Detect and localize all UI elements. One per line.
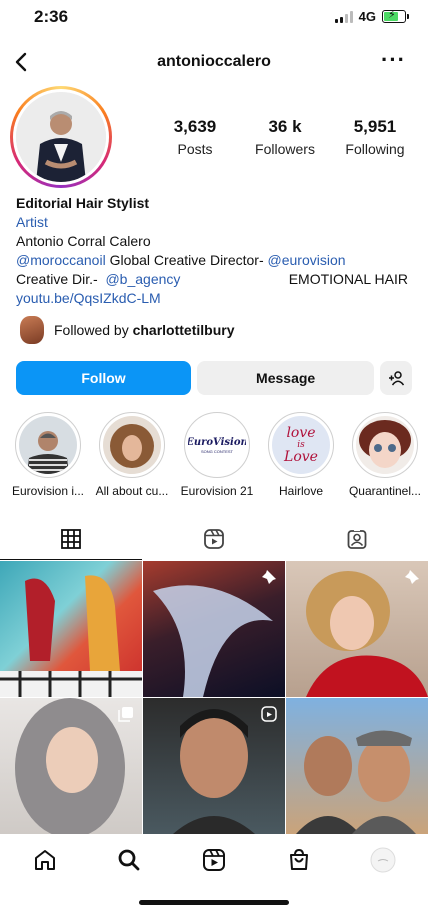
posts-grid	[0, 561, 428, 834]
highlight-item[interactable]: love is Love Hairlove	[262, 412, 340, 498]
stat-label: Followers	[255, 141, 315, 157]
profile-avatar[interactable]	[10, 86, 112, 188]
pinned-icon	[404, 569, 420, 590]
story-highlights: Eurovision i... All about cu... EuroVisi…	[0, 412, 428, 502]
followed-by[interactable]: Followed by charlottetilbury	[20, 316, 235, 344]
highlight-item[interactable]: Quarantinel...	[346, 412, 424, 498]
bio-text: Creative Dir.-	[16, 271, 106, 287]
bio-line-1: @moroccanoil Global Creative Director- @…	[16, 251, 416, 270]
post-thumbnail[interactable]	[143, 698, 285, 834]
status-bar: 2:36 4G ⚡	[0, 0, 428, 34]
more-options-button[interactable]: ···	[381, 47, 406, 73]
highlight-cover	[19, 416, 77, 474]
highlight-label: All about cu...	[95, 484, 169, 498]
highlight-label: Quarantinel...	[348, 484, 422, 498]
follow-button[interactable]: Follow	[16, 361, 192, 395]
highlight-item[interactable]: All about cu...	[93, 412, 171, 498]
stat-followers[interactable]: 36 k Followers	[240, 117, 330, 157]
post-thumbnail[interactable]	[0, 561, 142, 697]
bio-link[interactable]: youtu.be/QqsIZkdC-LM	[16, 289, 416, 308]
mention-b-agency[interactable]: @b_agency	[105, 271, 180, 287]
eurovision-logo-subtitle: SONG CONTEST	[200, 448, 233, 454]
stat-value: 5,951	[353, 117, 397, 136]
grid-icon	[61, 529, 81, 549]
profile-icon	[370, 847, 396, 873]
search-icon	[118, 849, 140, 871]
bio-title: Editorial Hair Stylist	[16, 195, 150, 211]
battery-icon: ⚡	[382, 9, 409, 23]
nav-shop[interactable]	[285, 846, 313, 874]
tab-reels[interactable]	[143, 518, 285, 560]
mention-eurovision[interactable]: @eurovision	[268, 252, 346, 268]
bottom-tab-bar	[0, 836, 428, 884]
status-indicators: 4G ⚡	[334, 9, 409, 24]
reels-icon	[204, 529, 224, 549]
highlight-cover: love is Love	[272, 416, 330, 474]
bio-full-name: Antonio Corral Calero	[16, 233, 151, 249]
profile-actions: Follow Message	[16, 361, 412, 395]
suggest-people-button[interactable]	[380, 361, 412, 395]
highlight-label: Hairlove	[278, 484, 323, 498]
post-thumbnail[interactable]	[0, 698, 142, 834]
stat-label: Following	[345, 141, 405, 157]
highlight-cover	[103, 416, 161, 474]
followed-by-prefix: Followed by	[54, 322, 133, 338]
nav-home[interactable]	[31, 846, 59, 874]
nav-profile[interactable]	[369, 846, 397, 874]
stat-label: Posts	[177, 141, 213, 157]
post-thumbnail[interactable]	[286, 561, 428, 697]
stat-posts[interactable]: 3,639 Posts	[150, 117, 240, 157]
reels-icon	[203, 849, 225, 871]
followed-by-account: charlottetilbury	[132, 322, 235, 338]
tagged-icon	[347, 528, 367, 549]
nav-search[interactable]	[115, 846, 143, 874]
highlight-cover	[356, 416, 414, 474]
nav-reels[interactable]	[200, 846, 228, 874]
post-thumbnail[interactable]	[143, 561, 285, 697]
highlight-item[interactable]: Eurovision i...	[9, 412, 87, 498]
highlight-cover: EuroVision SONG CONTEST	[188, 416, 246, 474]
message-button[interactable]: Message	[197, 361, 375, 395]
reel-indicator-icon	[261, 706, 277, 727]
eurovision-logo: EuroVision	[188, 436, 246, 448]
follower-avatar	[20, 316, 44, 344]
pinned-icon	[261, 569, 277, 590]
highlight-item[interactable]: EuroVision SONG CONTEST Eurovision 21	[178, 412, 256, 498]
highlight-label: Eurovision 21	[180, 484, 254, 498]
profile-stats: 3,639 Posts 36 k Followers 5,951 Followi…	[150, 117, 420, 157]
content-tabs	[0, 518, 428, 560]
bio-category[interactable]: Artist	[16, 213, 416, 232]
post-thumbnail[interactable]	[286, 698, 428, 834]
profile-header: antonioccalero ···	[0, 44, 428, 80]
highlight-label: Eurovision i...	[11, 484, 85, 498]
home-indicator[interactable]	[139, 900, 289, 905]
stat-value: 3,639	[173, 117, 217, 136]
profile-bio: Editorial Hair Stylist Artist Antonio Co…	[16, 194, 416, 308]
bio-line-2: Creative Dir.- @b_agency EMOTIONAL HAIR	[16, 270, 416, 289]
multiple-photos-icon	[118, 706, 134, 727]
hairlove-art-word: Love	[284, 449, 318, 465]
username-title: antonioccalero	[157, 53, 271, 70]
shop-icon	[290, 848, 308, 870]
network-label: 4G	[358, 9, 376, 24]
status-time: 2:36	[34, 7, 69, 26]
stat-following[interactable]: 5,951 Following	[330, 117, 420, 157]
add-person-icon	[389, 371, 405, 386]
avatar-image	[16, 92, 106, 182]
tab-posts-grid[interactable]	[0, 518, 142, 560]
more-icon: ···	[381, 47, 406, 72]
home-icon	[35, 850, 55, 870]
hairlove-art-word: love	[286, 425, 316, 441]
bio-tagline: EMOTIONAL HAIR	[288, 271, 408, 287]
active-tab-indicator	[0, 558, 142, 560]
mention-moroccanoil[interactable]: @moroccanoil	[16, 252, 106, 268]
bio-text: Global Creative Director-	[105, 252, 268, 268]
stat-value: 36 k	[268, 117, 302, 136]
tab-tagged[interactable]	[286, 518, 428, 560]
signal-icon	[334, 10, 353, 23]
